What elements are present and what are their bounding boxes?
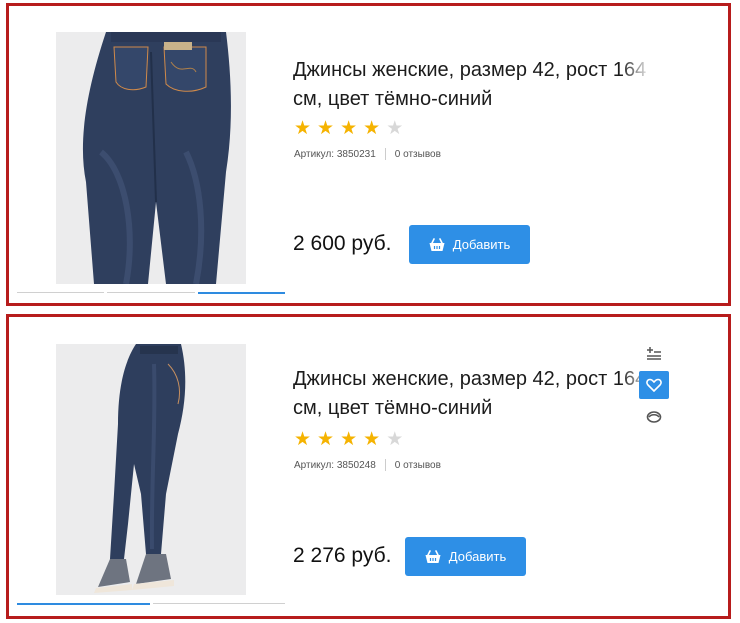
product-actions bbox=[639, 339, 669, 435]
slider-bar[interactable] bbox=[17, 292, 105, 293]
star-icon: ★ bbox=[317, 429, 335, 450]
product-price: 2 276 руб. bbox=[293, 544, 392, 567]
product-meta: Артикул: 3850231 0 отзывов bbox=[294, 148, 441, 160]
image-slider-indicator[interactable] bbox=[17, 292, 285, 294]
product-meta: Артикул: 3850248 0 отзывов bbox=[294, 459, 441, 471]
basket-icon bbox=[425, 549, 441, 563]
product-title[interactable]: Джинсы женские, размер 42, рост 164 см, … bbox=[293, 56, 651, 114]
star-icon: ★ bbox=[294, 429, 312, 450]
favorite-button[interactable] bbox=[639, 371, 669, 399]
star-icon: ★ bbox=[340, 429, 358, 450]
slider-bar[interactable] bbox=[107, 292, 195, 293]
jeans-back-photo-icon bbox=[56, 32, 246, 284]
basket-icon bbox=[429, 237, 445, 251]
star-empty-icon: ★ bbox=[386, 118, 404, 139]
eye-icon bbox=[646, 411, 662, 423]
compare-icon bbox=[647, 347, 661, 360]
image-slider-indicator[interactable] bbox=[17, 603, 285, 605]
star-icon: ★ bbox=[317, 118, 335, 139]
quick-view-button[interactable] bbox=[639, 403, 669, 431]
add-to-cart-label: Добавить bbox=[452, 237, 511, 252]
slider-bar-active[interactable] bbox=[17, 603, 150, 605]
article-number: Артикул: 3850231 bbox=[294, 148, 376, 160]
reviews-count[interactable]: 0 отзывов bbox=[395, 460, 441, 471]
product-image[interactable] bbox=[56, 344, 246, 595]
meta-divider bbox=[384, 459, 386, 471]
add-to-cart-button[interactable]: Добавить bbox=[405, 537, 526, 576]
article-number: Артикул: 3850248 bbox=[294, 459, 376, 471]
jeans-side-photo-icon bbox=[56, 344, 246, 595]
star-empty-icon: ★ bbox=[386, 429, 404, 450]
reviews-count[interactable]: 0 отзывов bbox=[395, 149, 441, 160]
slider-bar[interactable] bbox=[152, 603, 285, 604]
product-card: Джинсы женские, размер 42, рост 164 см, … bbox=[6, 314, 731, 619]
meta-divider bbox=[384, 148, 386, 160]
rating-stars: ★ ★ ★ ★ ★ bbox=[294, 430, 403, 449]
star-icon: ★ bbox=[340, 118, 358, 139]
star-icon: ★ bbox=[363, 429, 381, 450]
rating-stars: ★ ★ ★ ★ ★ bbox=[294, 119, 403, 138]
product-image[interactable] bbox=[56, 32, 246, 284]
heart-icon bbox=[646, 378, 662, 392]
product-price: 2 600 руб. bbox=[293, 232, 392, 255]
star-icon: ★ bbox=[294, 118, 312, 139]
add-to-cart-label: Добавить bbox=[448, 549, 507, 564]
product-card: Джинсы женские, размер 42, рост 164 см, … bbox=[6, 3, 731, 306]
compare-button[interactable] bbox=[639, 339, 669, 367]
title-fade bbox=[621, 56, 651, 85]
add-to-cart-button[interactable]: Добавить bbox=[409, 225, 530, 264]
product-title-text[interactable]: Джинсы женские, размер 42, рост 164 см, … bbox=[293, 59, 646, 110]
product-title-text[interactable]: Джинсы женские, размер 42, рост 164 см, … bbox=[293, 368, 646, 419]
product-title[interactable]: Джинсы женские, размер 42, рост 164 см, … bbox=[293, 365, 651, 423]
star-icon: ★ bbox=[363, 118, 381, 139]
slider-bar-active[interactable] bbox=[197, 292, 285, 294]
